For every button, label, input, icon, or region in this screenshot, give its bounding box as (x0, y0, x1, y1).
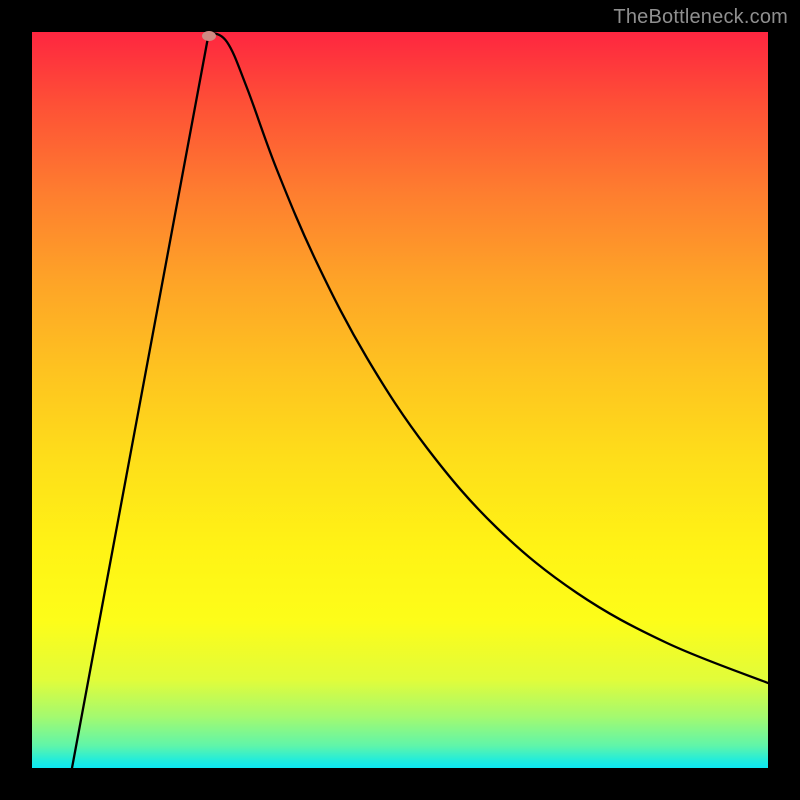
chart-frame: TheBottleneck.com (0, 0, 800, 800)
curve-minimum-marker (202, 31, 216, 41)
watermark-text: TheBottleneck.com (613, 6, 788, 29)
plot-area (32, 32, 768, 768)
bottleneck-curve (32, 32, 768, 768)
